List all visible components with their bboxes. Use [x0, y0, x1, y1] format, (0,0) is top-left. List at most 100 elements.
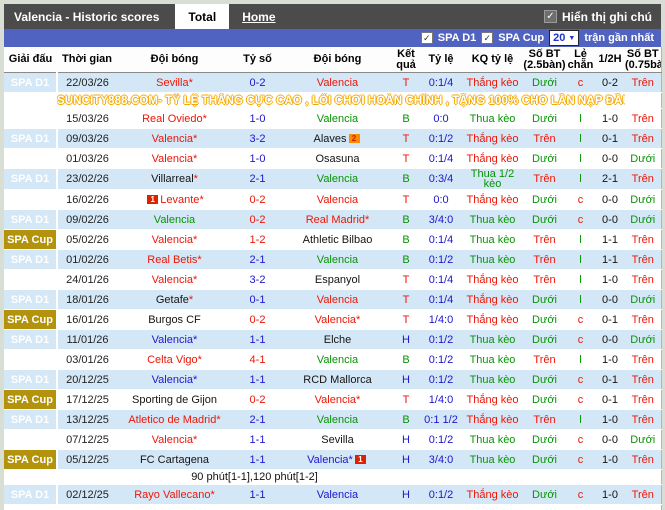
team-cell[interactable]: Valencia [283, 190, 392, 210]
home-team-star: * [193, 274, 197, 286]
date-cell: 24/01/26 [57, 270, 117, 290]
handicap-odds-cell: 0:1/2 [420, 430, 462, 450]
odd-even-cell: l [566, 129, 595, 149]
league-cell: SPA D1 [4, 250, 57, 270]
handicap-result-cell: Thắng kèo [462, 290, 523, 310]
team-name: Levante [160, 194, 199, 206]
team-cell[interactable]: Valencia [283, 250, 392, 270]
match-row[interactable]: SPA D122/03/26Sevilla*0-2ValenciaT0:1/4T… [4, 73, 661, 93]
team-cell[interactable]: FC Cartagena [117, 450, 232, 470]
team-cell[interactable]: Alaves2 [283, 129, 392, 149]
match-row[interactable]: SPA D115/03/26Real Oviedo*1-0ValenciaB0:… [4, 109, 661, 129]
match-row[interactable]: SPA D103/01/26Celta Vigo*4-1ValenciaB0:1… [4, 350, 661, 370]
team-cell[interactable]: Burgos CF [117, 310, 232, 330]
spa-d1-checkbox[interactable]: ✓ [421, 32, 433, 44]
team-cell[interactable]: Elche [283, 330, 392, 350]
team-cell[interactable]: Valencia* [283, 390, 392, 410]
team-cell[interactable]: Valencia* [117, 129, 232, 149]
recent-count-select[interactable]: 20 ▼ [549, 30, 579, 46]
team-cell[interactable]: Valencia [283, 169, 392, 190]
team-cell[interactable]: Real Betis* [117, 250, 232, 270]
show-notes-toggle[interactable]: ✓ Hiển thị ghi chú [544, 4, 661, 29]
team-cell[interactable]: Valencia [283, 350, 392, 370]
odd-even-cell: l [566, 169, 595, 190]
team-cell[interactable]: Athletic Bilbao [283, 230, 392, 250]
handicap-odds-cell: 3/4:0 [420, 210, 462, 230]
match-row[interactable]: SPA Cup05/12/25FC Cartagena1-1Valencia*1… [4, 450, 661, 470]
match-row[interactable]: SPA Cup05/02/26Valencia*1-2Athletic Bilb… [4, 230, 661, 250]
over-under-2-5-cell: Trên [523, 129, 566, 149]
team-cell[interactable]: Valencia* [117, 149, 232, 169]
result-cell: T [392, 390, 420, 410]
team-cell[interactable]: Valencia [283, 73, 392, 93]
team-cell[interactable]: Villarreal* [117, 169, 232, 190]
match-row[interactable]: SPA D101/02/26Real Betis*2-1ValenciaB0:1… [4, 250, 661, 270]
match-row[interactable]: SPA Cup17/12/25Sporting de Gijon0-2Valen… [4, 390, 661, 410]
team-cell[interactable]: RCD Mallorca [283, 370, 392, 390]
match-row[interactable]: SPA D124/01/26Valencia*3-2EspanyolT0:1/4… [4, 270, 661, 290]
match-row[interactable]: SPA D102/12/25Rayo Vallecano*1-1Valencia… [4, 485, 661, 505]
team-name: Villarreal [151, 173, 194, 185]
team-cell[interactable]: Getafe* [117, 290, 232, 310]
team-cell[interactable]: Osasuna [283, 149, 392, 169]
result-cell: B [392, 230, 420, 250]
team-cell[interactable]: Atletico de Madrid* [117, 410, 232, 430]
match-row[interactable]: SPA D109/03/26Valencia*3-2Alaves2T0:1/2T… [4, 129, 661, 149]
team-cell[interactable]: Sevilla* [117, 73, 232, 93]
team-name: Valencia [152, 153, 193, 165]
team-cell[interactable]: Valencia* [117, 430, 232, 450]
league-cell: SPA D1 [4, 350, 57, 370]
checkbox-checked-icon[interactable]: ✓ [544, 10, 557, 23]
team-cell[interactable]: Valencia* [283, 310, 392, 330]
team-cell[interactable]: Valencia [283, 485, 392, 505]
home-team-star: * [189, 294, 193, 306]
team-cell[interactable]: Valencia* [117, 370, 232, 390]
team-cell[interactable]: Sporting de Gijon [117, 390, 232, 410]
team-cell[interactable]: Sevilla [283, 430, 392, 450]
team-cell[interactable]: Espanyol [283, 270, 392, 290]
match-row[interactable]: SPA D111/01/26Valencia*1-1ElcheH0:1/2Thu… [4, 330, 661, 350]
team-cell[interactable]: Valencia*1 [283, 450, 392, 470]
handicap-result-cell: Thua kèo [462, 370, 523, 390]
handicap-result-cell: Thua kèo [462, 430, 523, 450]
match-row[interactable]: SPA D113/12/25Atletico de Madrid*2-1Vale… [4, 410, 661, 430]
team-cell[interactable]: Valencia [283, 109, 392, 129]
team-cell[interactable]: Real Oviedo* [117, 109, 232, 129]
date-cell: 09/03/26 [57, 129, 117, 149]
over-under-2-5-cell: Dưới [523, 210, 566, 230]
league-cell: SPA D1 [4, 485, 57, 505]
tab-home[interactable]: Home [229, 4, 288, 29]
team-cell[interactable]: Rayo Vallecano* [117, 485, 232, 505]
handicap-odds-cell: 0:1/4 [420, 73, 462, 93]
team-cell[interactable]: Valencia [283, 410, 392, 430]
team-cell[interactable]: Valencia* [117, 330, 232, 350]
match-row[interactable]: SPA D118/01/26Getafe*0-1ValenciaT0:1/4Th… [4, 290, 661, 310]
red-card-badge-icon: 2 [349, 134, 360, 143]
spa-cup-label: SPA Cup [498, 32, 544, 44]
match-row[interactable]: SPA D123/02/26Villarreal*2-1ValenciaB0:3… [4, 169, 661, 190]
ad-banner-link[interactable]: SUNCITY888.COM- TỶ LỆ THẮNG CỰC CAO , LỐ… [57, 93, 625, 109]
team-cell[interactable]: Valencia* [117, 230, 232, 250]
team-cell[interactable]: Valencia [283, 290, 392, 310]
result-cell: H [392, 330, 420, 350]
half-time-score-cell: 0-0 [595, 210, 625, 230]
page-title: Valencia - Historic scores [4, 4, 175, 29]
date-cell: 11/01/26 [57, 330, 117, 350]
odd-even-cell: c [566, 73, 595, 93]
match-row[interactable]: SPA D101/03/26Valencia*1-0OsasunaT0:1/4T… [4, 149, 661, 169]
team-cell[interactable]: Celta Vigo* [117, 350, 232, 370]
team-cell[interactable]: Valencia* [117, 270, 232, 290]
tab-total[interactable]: Total [175, 4, 229, 29]
team-cell[interactable]: Real Madrid* [283, 210, 392, 230]
home-team-star: * [198, 354, 202, 366]
match-row[interactable]: SPA D107/12/25Valencia*1-1SevillaH0:1/2T… [4, 430, 661, 450]
match-row[interactable]: SPA D116/02/261Levante*0-2ValenciaT0:0Th… [4, 190, 661, 210]
match-row[interactable]: SPA D109/02/26Valencia0-2Real Madrid*B3/… [4, 210, 661, 230]
match-row[interactable]: SPA D120/12/25Valencia*1-1RCD MallorcaH0… [4, 370, 661, 390]
spa-cup-checkbox[interactable]: ✓ [481, 32, 493, 44]
odd-even-cell: l [566, 350, 595, 370]
team-cell[interactable]: Valencia [117, 210, 232, 230]
match-row[interactable]: SPA Cup16/01/26Burgos CF0-2Valencia*T1/4… [4, 310, 661, 330]
over-under-0-75-cell: Dưới [625, 210, 661, 230]
team-cell[interactable]: 1Levante* [117, 190, 232, 210]
